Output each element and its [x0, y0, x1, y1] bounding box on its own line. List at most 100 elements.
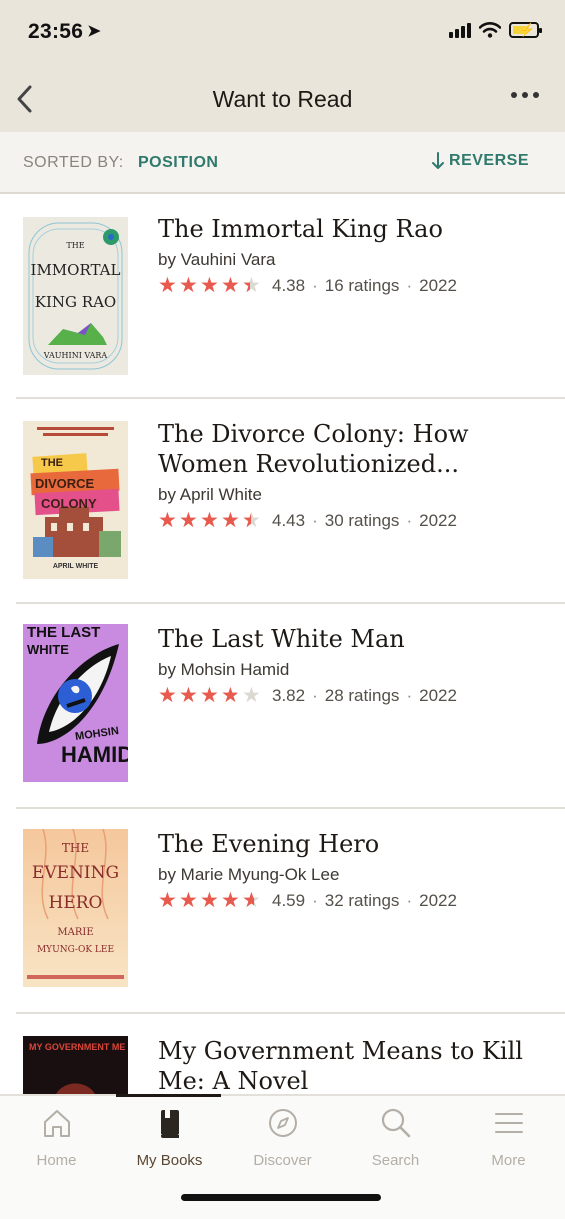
status-time-text: 23:56 [28, 20, 84, 43]
tab-discover-label: Discover [253, 1152, 312, 1169]
cover-text: EVENING [31, 863, 120, 883]
tab-search[interactable]: Search [339, 1106, 452, 1169]
star-icon: ★★ [158, 274, 177, 297]
cover-text: MY GOVERNMENT MEANS TO KILL [29, 1042, 125, 1052]
book-title[interactable]: The Evening Hero [158, 829, 545, 859]
page-title: Want to Read [212, 86, 353, 112]
book-row[interactable]: THE LAST WHITE MOHSIN HAMID The Last Whi… [0, 604, 565, 809]
tab-home-label: Home [36, 1152, 77, 1169]
publication-year: 2022 [419, 276, 457, 295]
star-rating: ★★★★★★★★★★ [158, 889, 262, 912]
tab-discover[interactable]: Discover [226, 1106, 339, 1169]
book-cover[interactable]: THE DIVORCE COLONY APRIL WHITE [23, 421, 128, 579]
book-info: The Immortal King Rao by Vauhini Vara ★ ★… [158, 214, 545, 296]
star-icon: ★★ [179, 684, 198, 707]
book-icon [160, 1110, 179, 1138]
publication-year: 2022 [419, 891, 457, 910]
separator-dot: · [406, 891, 413, 910]
cover-text: IMMORTAL [30, 261, 121, 279]
battery-icon: ⚡ [509, 22, 542, 38]
home-indicator [181, 1194, 381, 1201]
average-rating: 4.59 [272, 891, 306, 910]
book-info: The Divorce Colony: How Women Revolution… [158, 419, 545, 531]
sort-reverse-button[interactable]: REVERSE [431, 152, 529, 170]
separator-dot: · [312, 891, 318, 910]
book-cover[interactable]: THE EVENING HERO MARIE MYUNG-OK LEE [23, 829, 128, 987]
top-bar: 23:56 ➤ ⚡ Want to Read [0, 0, 565, 132]
star-icon: ★★ [200, 274, 219, 297]
star-icon: ★★ [242, 274, 261, 297]
star-icon: ★★ [242, 889, 261, 912]
separator-dot: · [406, 276, 413, 295]
star-icon: ★★ [179, 274, 198, 297]
cover-text: HERO [48, 893, 103, 913]
book-cover[interactable]: THE LAST WHITE MOHSIN HAMID [23, 624, 128, 782]
search-icon [381, 1108, 410, 1138]
star-icon: ★★ [221, 684, 240, 707]
location-arrow-icon: ➤ [87, 23, 101, 40]
book-author[interactable]: by April White [158, 485, 545, 505]
book-cover[interactable]: MY GOVERNMENT MEANS TO KILL [23, 1036, 128, 1094]
ratings-count: 30 ratings [324, 511, 400, 530]
sort-bar: SORTED BY: POSITION REVERSE [0, 132, 565, 194]
book-cover[interactable]: THE IMMORTAL KING RAO VAUHINI VARA [23, 217, 128, 375]
book-title[interactable]: The Immortal King Rao [158, 214, 545, 244]
star-icon: ★★ [200, 889, 219, 912]
separator-dot: · [406, 686, 413, 705]
book-title[interactable]: The Last White Man [158, 624, 545, 654]
star-icon: ★★ [242, 509, 261, 532]
tab-my-books-label: My Books [136, 1152, 203, 1169]
status-icons: ⚡ [449, 22, 542, 38]
cover-text: WHITE [27, 642, 69, 657]
tab-more[interactable]: More [452, 1106, 565, 1169]
cover-text: THE LAST [27, 624, 101, 641]
book-list: THE IMMORTAL KING RAO VAUHINI VARA The I… [0, 194, 565, 1094]
star-icon: ★★ [221, 274, 240, 297]
tab-search-label: Search [371, 1152, 420, 1169]
star-icon: ★★ [221, 889, 240, 912]
active-tab-indicator [116, 1094, 221, 1097]
book-author[interactable]: by Marie Myung-Ok Lee [158, 865, 545, 885]
cover-text: HAMID [61, 742, 128, 767]
cover-text: VAUHINI VARA [43, 351, 108, 360]
average-rating: 4.43 [272, 511, 306, 530]
cover-text: DIVORCE [35, 476, 95, 491]
wifi-icon [479, 22, 501, 38]
arrow-down-icon [432, 152, 445, 169]
tab-more-label: More [491, 1152, 526, 1169]
tab-home[interactable]: Home [0, 1106, 113, 1169]
book-row[interactable]: THE DIVORCE COLONY APRIL WHITE The Divor… [0, 399, 565, 604]
star-icon: ★★ [179, 889, 198, 912]
star-icon: ★★ [158, 684, 177, 707]
book-title[interactable]: The Divorce Colony: How Women Revolution… [158, 419, 545, 479]
menu-icon [494, 1113, 523, 1133]
tab-my-books[interactable]: My Books [113, 1106, 226, 1169]
book-meta: ★★★★★★★★★★ 4.43 · 30 ratings · 2022 [158, 509, 545, 532]
book-meta: ★ ★ ★ ★ ★ ★ ★ ★ ★ ★ 4.59 · 32 ratings · 2022 [158, 889, 545, 912]
book-author[interactable]: by Vauhini Vara [158, 250, 545, 270]
cover-text: MYUNG-OK LEE [36, 945, 115, 955]
cellular-signal-icon [449, 22, 471, 38]
book-author[interactable]: by Mohsin Hamid [158, 660, 545, 680]
ratings-count: 16 ratings [324, 276, 400, 295]
cover-text: COLONY [41, 496, 97, 511]
sort-reverse-label: REVERSE [449, 152, 529, 169]
cover-text: MARIE [57, 927, 94, 938]
sort-position-button[interactable]: POSITION [138, 154, 218, 172]
book-row[interactable]: MY GOVERNMENT MEANS TO KILL My Governmen… [0, 1014, 565, 1094]
cover-text: APRIL WHITE [52, 563, 99, 570]
book-title[interactable]: My Government Means to Kill Me: A Novel [158, 1036, 545, 1094]
book-info: The Last White Man by Mohsin Hamid ★ ★ ★ ★ ★… [158, 624, 545, 706]
book-row[interactable]: THE IMMORTAL KING RAO VAUHINI VARA The I… [0, 194, 565, 399]
ratings-count: 32 ratings [324, 891, 400, 910]
separator-dot: · [312, 511, 318, 530]
star-icon: ★★ [179, 509, 198, 532]
more-options-icon[interactable] [511, 92, 539, 98]
book-info: The Evening Hero by Marie Myung-Ok Lee ★… [158, 829, 545, 911]
publication-year: 2022 [419, 511, 457, 530]
star-icon: ★★ [242, 684, 261, 707]
book-meta: ★★★★★★★★★★ 3.82 · 28 ratings · 2022 [158, 684, 545, 707]
book-row[interactable]: THE EVENING HERO MARIE MYUNG-OK LEE The … [0, 809, 565, 1014]
average-rating: 3.82 [272, 686, 306, 705]
cover-text: THE [66, 241, 85, 250]
